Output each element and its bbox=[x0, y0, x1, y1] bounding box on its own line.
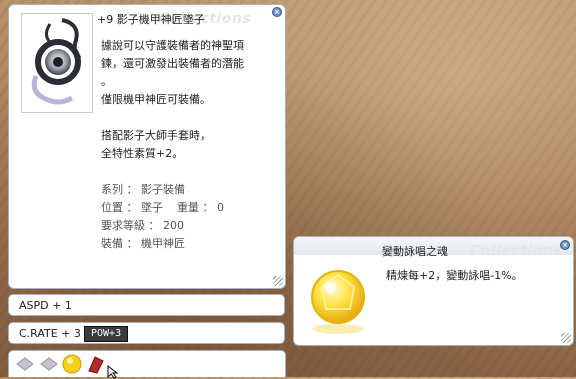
resize-grip-icon[interactable] bbox=[273, 276, 283, 286]
card-title: 變動詠唱之魂 bbox=[382, 245, 448, 258]
description-line: 。 bbox=[101, 75, 112, 88]
card-slot-icon[interactable] bbox=[15, 357, 35, 371]
item-title: +9 影子機甲神匠墜子 bbox=[97, 13, 205, 26]
combo-line: 搭配影子大師手套時， bbox=[101, 129, 211, 142]
resize-grip-icon[interactable] bbox=[561, 333, 571, 343]
watermark: Collections bbox=[470, 243, 563, 259]
option-aspd-panel: ASPD + 1 bbox=[8, 294, 285, 316]
close-icon[interactable]: × bbox=[272, 7, 282, 17]
card-slot-icon[interactable] bbox=[85, 353, 107, 375]
item-image bbox=[21, 13, 93, 113]
gem-icon bbox=[311, 270, 365, 334]
option-aspd-text: ASPD + 1 bbox=[19, 299, 72, 312]
card-image bbox=[300, 259, 376, 341]
stat-position: 位置 ： 墜子 bbox=[101, 201, 163, 214]
gem-icon[interactable] bbox=[61, 353, 83, 375]
close-icon[interactable]: × bbox=[560, 240, 570, 250]
description-line: 僅限機甲神匠可裝備。 bbox=[101, 93, 211, 106]
stat-equip-class: 裝備 ： 機甲神匠 bbox=[101, 237, 185, 250]
option-crate-panel: C.RATE + 3 bbox=[8, 322, 285, 344]
pendant-icon bbox=[31, 18, 82, 105]
card-info-window: Collections × 變動詠唱之魂 精煉每+2，變動詠唱-1%。 bbox=[293, 236, 574, 346]
description-line: 鍊，還可激發出裝備者的潛能 bbox=[101, 57, 244, 70]
stat-required-level: 要求等級 ： 200 bbox=[101, 219, 184, 232]
card-slot-icon[interactable] bbox=[39, 357, 59, 371]
tooltip-pow: POW+3 bbox=[84, 326, 129, 342]
description-line: 據說可以守護裝備者的神聖項 bbox=[101, 39, 244, 52]
item-info-window: Collections × +9 影子機甲神匠墜子 據說可以守護裝備者的神聖項 … bbox=[8, 4, 286, 289]
stat-weight: 重量 ： 0 bbox=[177, 201, 224, 214]
stat-series: 系列 ： 影子裝備 bbox=[101, 183, 185, 196]
combo-line: 全特性素質+2。 bbox=[101, 147, 184, 160]
card-description: 精煉每+2，變動詠唱-1%。 bbox=[386, 269, 523, 282]
option-crate-text: C.RATE + 3 bbox=[19, 327, 81, 340]
card-slot-panel bbox=[8, 350, 286, 379]
